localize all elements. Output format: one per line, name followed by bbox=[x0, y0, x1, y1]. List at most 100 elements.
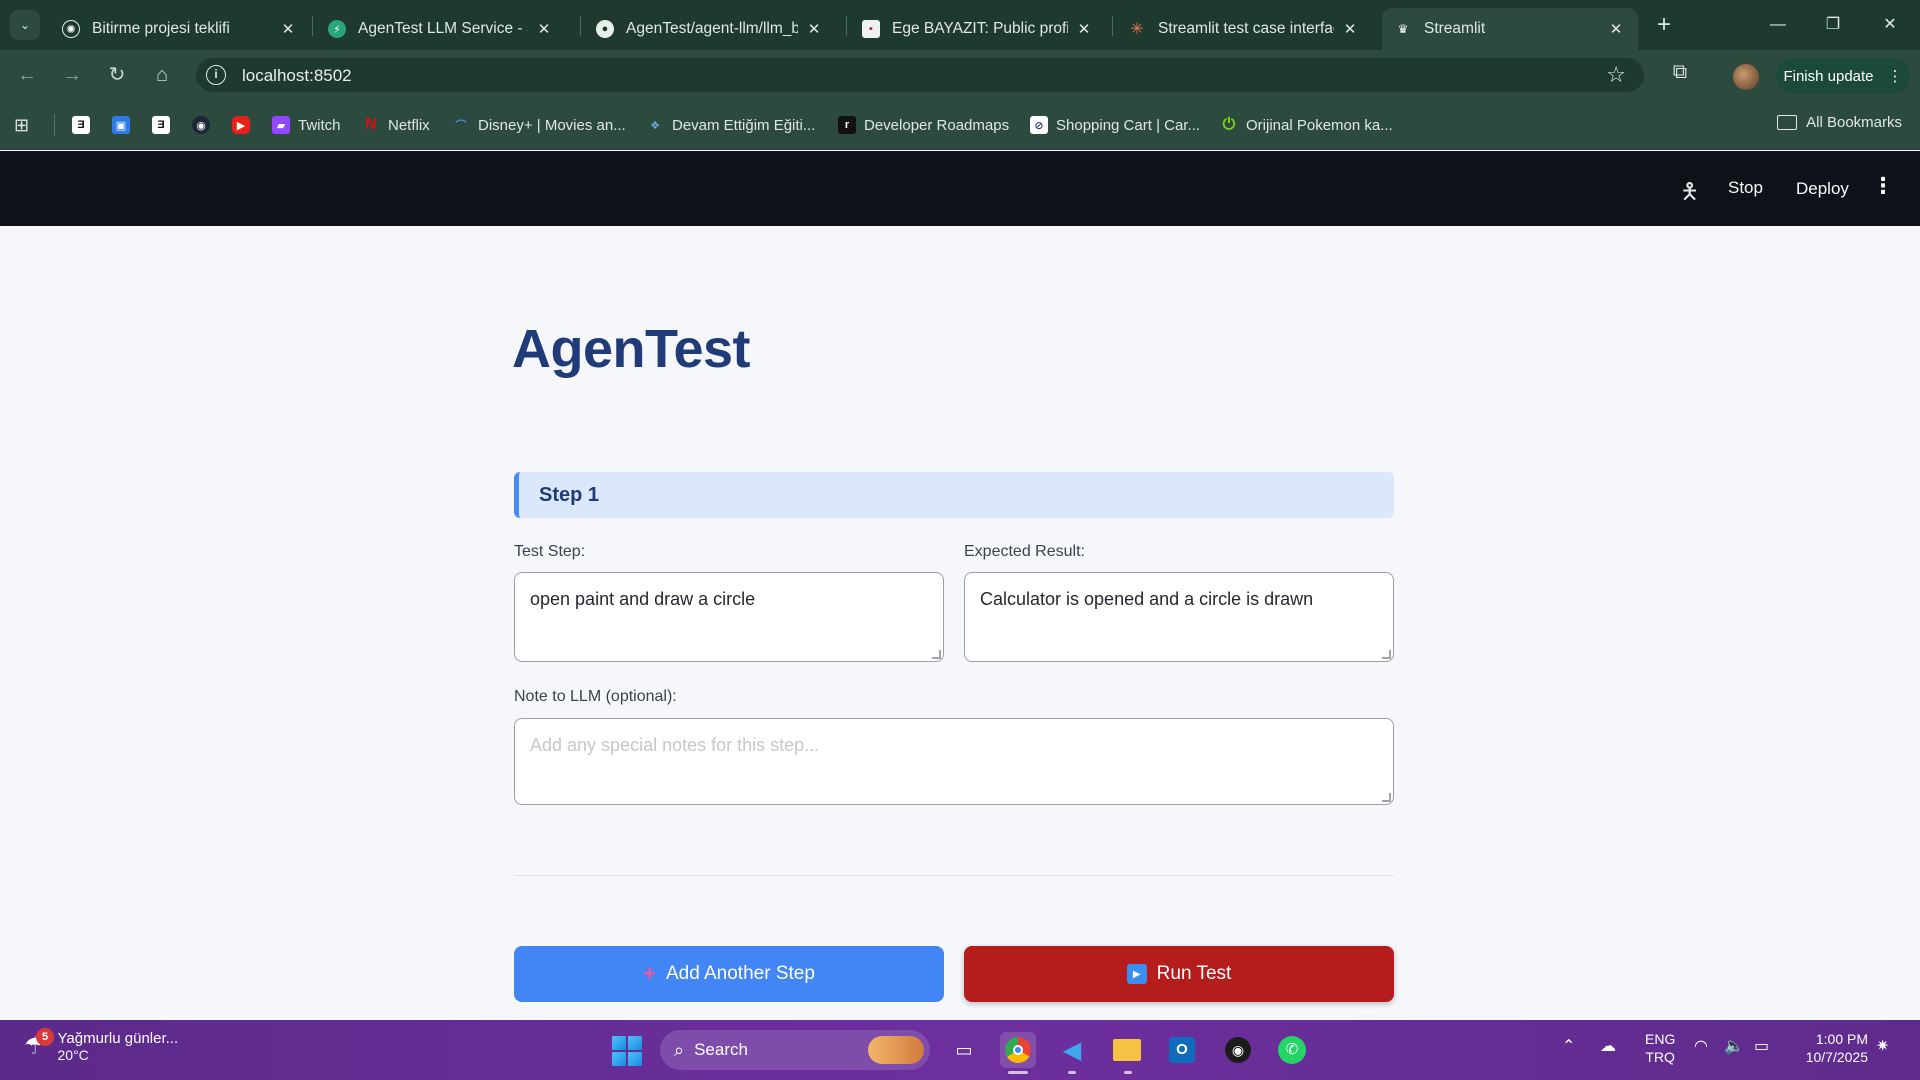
resize-handle[interactable] bbox=[1382, 793, 1391, 802]
main-content: AgenTest Step 1 Test Step: open paint an… bbox=[0, 226, 1920, 1020]
tab-github[interactable]: ● AgenTest/agent-llm/llm_ba ✕ bbox=[584, 8, 836, 50]
tab-search-button[interactable]: ⌄ bbox=[10, 10, 40, 40]
close-tab-icon[interactable]: ✕ bbox=[1606, 20, 1626, 38]
bookmark-netflix[interactable]: N Netflix bbox=[362, 114, 429, 136]
minimize-icon[interactable]: — bbox=[1758, 10, 1798, 40]
bookmark-star-icon[interactable]: ☆ bbox=[1606, 62, 1626, 88]
test-step-input[interactable]: open paint and draw a circle bbox=[514, 572, 944, 662]
bookmark-youtube[interactable]: ▶ bbox=[232, 114, 258, 136]
page-title: AgenTest bbox=[512, 319, 751, 379]
tab-ege-profile[interactable]: ▪ Ege BAYAZIT: Public profile ✕ bbox=[850, 8, 1106, 50]
site-info-icon[interactable]: i bbox=[206, 65, 226, 85]
openai-icon: ✺ bbox=[62, 20, 80, 38]
close-window-icon[interactable]: ✕ bbox=[1870, 10, 1910, 40]
back-icon[interactable]: ← bbox=[12, 60, 42, 90]
more-vert-icon: ⋮ bbox=[1887, 68, 1903, 85]
taskbar-search[interactable]: ⌕ Search bbox=[660, 1030, 930, 1070]
home-icon[interactable]: ⌂ bbox=[147, 60, 177, 90]
bookmark-epic-1[interactable]: Ǝ bbox=[72, 114, 98, 136]
note-label: Note to LLM (optional): bbox=[514, 688, 677, 705]
temperature: 20°C bbox=[57, 1047, 89, 1063]
roadmap-icon: r bbox=[838, 116, 856, 134]
battery-icon[interactable]: ▭ bbox=[1754, 1036, 1769, 1056]
youtube-icon: ▶ bbox=[232, 116, 250, 134]
bookmark-devam[interactable]: ❖ Devam Ettiğim Eğiti... bbox=[646, 114, 815, 136]
chrome-icon[interactable] bbox=[1000, 1032, 1036, 1068]
bookmark-steam[interactable]: ◉ bbox=[192, 114, 218, 136]
running-app-indicator bbox=[1124, 1071, 1132, 1074]
extensions-icon[interactable]: ⧉ bbox=[1666, 58, 1694, 86]
stop-button[interactable]: Stop bbox=[1728, 178, 1763, 198]
tab-strip: ⌄ ✺ Bitirme projesi teklifi ✕ ⚡ AgenTest… bbox=[0, 0, 1920, 50]
epic-icon: Ǝ bbox=[72, 116, 90, 134]
close-tab-icon[interactable]: ✕ bbox=[1074, 20, 1094, 38]
reload-icon[interactable]: ↻ bbox=[102, 60, 132, 90]
eye-app-icon[interactable]: ◉ bbox=[1220, 1032, 1256, 1068]
deploy-button[interactable]: Deploy bbox=[1796, 179, 1849, 199]
volume-icon[interactable]: 🔈 bbox=[1724, 1036, 1744, 1056]
add-step-button[interactable]: + Add Another Step bbox=[514, 946, 944, 1002]
cart-icon: ⊘ bbox=[1030, 116, 1048, 134]
tab-bitirme[interactable]: ✺ Bitirme projesi teklifi ✕ bbox=[50, 8, 310, 50]
search-highlight-image bbox=[868, 1036, 924, 1064]
run-test-button[interactable]: ▶ Run Test bbox=[964, 946, 1394, 1002]
vscode-icon[interactable]: ◀ bbox=[1054, 1032, 1090, 1068]
bookmark-disney[interactable]: ⌒ Disney+ | Movies an... bbox=[452, 114, 626, 136]
outlook-icon[interactable]: O bbox=[1164, 1032, 1200, 1068]
finish-update-button[interactable]: Finish update ⋮ bbox=[1776, 58, 1910, 94]
accessibility-icon[interactable]: 🯅 bbox=[1680, 175, 1699, 213]
all-bookmarks[interactable]: All Bookmarks bbox=[1777, 114, 1902, 131]
url-text: localhost:8502 bbox=[242, 66, 352, 85]
notification-badge: 5 bbox=[36, 1028, 54, 1046]
main-menu-icon[interactable]: ⋮ bbox=[1872, 173, 1894, 199]
input-language[interactable]: ENG TRQ bbox=[1645, 1030, 1675, 1066]
new-tab-button[interactable]: + bbox=[1650, 12, 1678, 40]
expected-result-input[interactable]: Calculator is opened and a circle is dra… bbox=[964, 572, 1394, 662]
search-icon: ⌕ bbox=[674, 1039, 685, 1060]
resize-handle[interactable] bbox=[1382, 650, 1391, 659]
swagger-icon: ⚡ bbox=[328, 20, 346, 38]
address-bar[interactable]: i localhost:8502 ☆ bbox=[196, 58, 1644, 92]
windows-start-icon[interactable] bbox=[612, 1036, 642, 1066]
tab-streamlit[interactable]: ♛ Streamlit ✕ bbox=[1382, 8, 1638, 50]
forward-icon[interactable]: → bbox=[57, 60, 87, 90]
disney-icon: ⌒ bbox=[455, 120, 467, 132]
task-view-icon[interactable]: ▭ bbox=[946, 1032, 982, 1068]
close-tab-icon[interactable]: ✕ bbox=[1340, 20, 1360, 38]
avatar[interactable] bbox=[1733, 64, 1759, 90]
bookmark-epic-2[interactable]: Ǝ bbox=[152, 114, 178, 136]
bookmark-pokemon[interactable]: ⏻ Orijinal Pokemon ka... bbox=[1220, 114, 1393, 136]
running-app-indicator bbox=[1068, 1071, 1076, 1074]
divider bbox=[514, 875, 1394, 876]
close-tab-icon[interactable]: ✕ bbox=[804, 20, 824, 38]
plus-icon: + bbox=[643, 961, 656, 986]
netflix-icon: N bbox=[365, 116, 377, 133]
browser-toolbar: ← → ↻ ⌂ i localhost:8502 ☆ bbox=[0, 50, 1920, 100]
close-tab-icon[interactable]: ✕ bbox=[278, 20, 298, 38]
restore-icon[interactable]: ❐ bbox=[1813, 10, 1853, 40]
close-tab-icon[interactable]: ✕ bbox=[534, 20, 554, 38]
show-hidden-icons[interactable]: ⌃ bbox=[1562, 1036, 1575, 1056]
bookmark-shopping-cart[interactable]: ⊘ Shopping Cart | Car... bbox=[1030, 114, 1200, 136]
profile-icon: ▪ bbox=[862, 20, 880, 38]
bookmark-store[interactable]: ▣ bbox=[112, 114, 138, 136]
note-input[interactable]: Add any special notes for this step... bbox=[514, 718, 1394, 805]
clock[interactable]: 1:00 PM 10/7/2025 bbox=[1796, 1030, 1868, 1066]
cloud-icon[interactable]: ☁ bbox=[1600, 1036, 1616, 1056]
bookmark-icon: ❖ bbox=[650, 119, 660, 132]
file-explorer-icon[interactable] bbox=[1109, 1032, 1145, 1068]
weather-widget[interactable]: ☂ 5 Yağmurlu günler... 20°C bbox=[24, 1028, 178, 1063]
apps-grid-icon[interactable]: ⊞ bbox=[14, 114, 29, 136]
tab-agentest-llm[interactable]: ⚡ AgenTest LLM Service - Sw ✕ bbox=[316, 8, 566, 50]
steam-icon: ◉ bbox=[192, 116, 210, 134]
bookmark-twitch[interactable]: ▰ Twitch bbox=[272, 114, 341, 136]
claude-icon: ✳ bbox=[1130, 21, 1144, 38]
wifi-icon[interactable]: ◠ bbox=[1694, 1036, 1708, 1056]
tab-streamlit-test-case[interactable]: ✳ Streamlit test case interfac ✕ bbox=[1116, 8, 1372, 50]
resize-handle[interactable] bbox=[932, 650, 941, 659]
note-placeholder: Add any special notes for this step... bbox=[530, 735, 820, 755]
bookmark-roadmaps[interactable]: r Developer Roadmaps bbox=[838, 114, 1009, 136]
notifications-icon[interactable]: ✷ bbox=[1876, 1036, 1889, 1056]
whatsapp-icon[interactable]: ✆ bbox=[1274, 1032, 1310, 1068]
expected-result-value: Calculator is opened and a circle is dra… bbox=[980, 589, 1314, 609]
